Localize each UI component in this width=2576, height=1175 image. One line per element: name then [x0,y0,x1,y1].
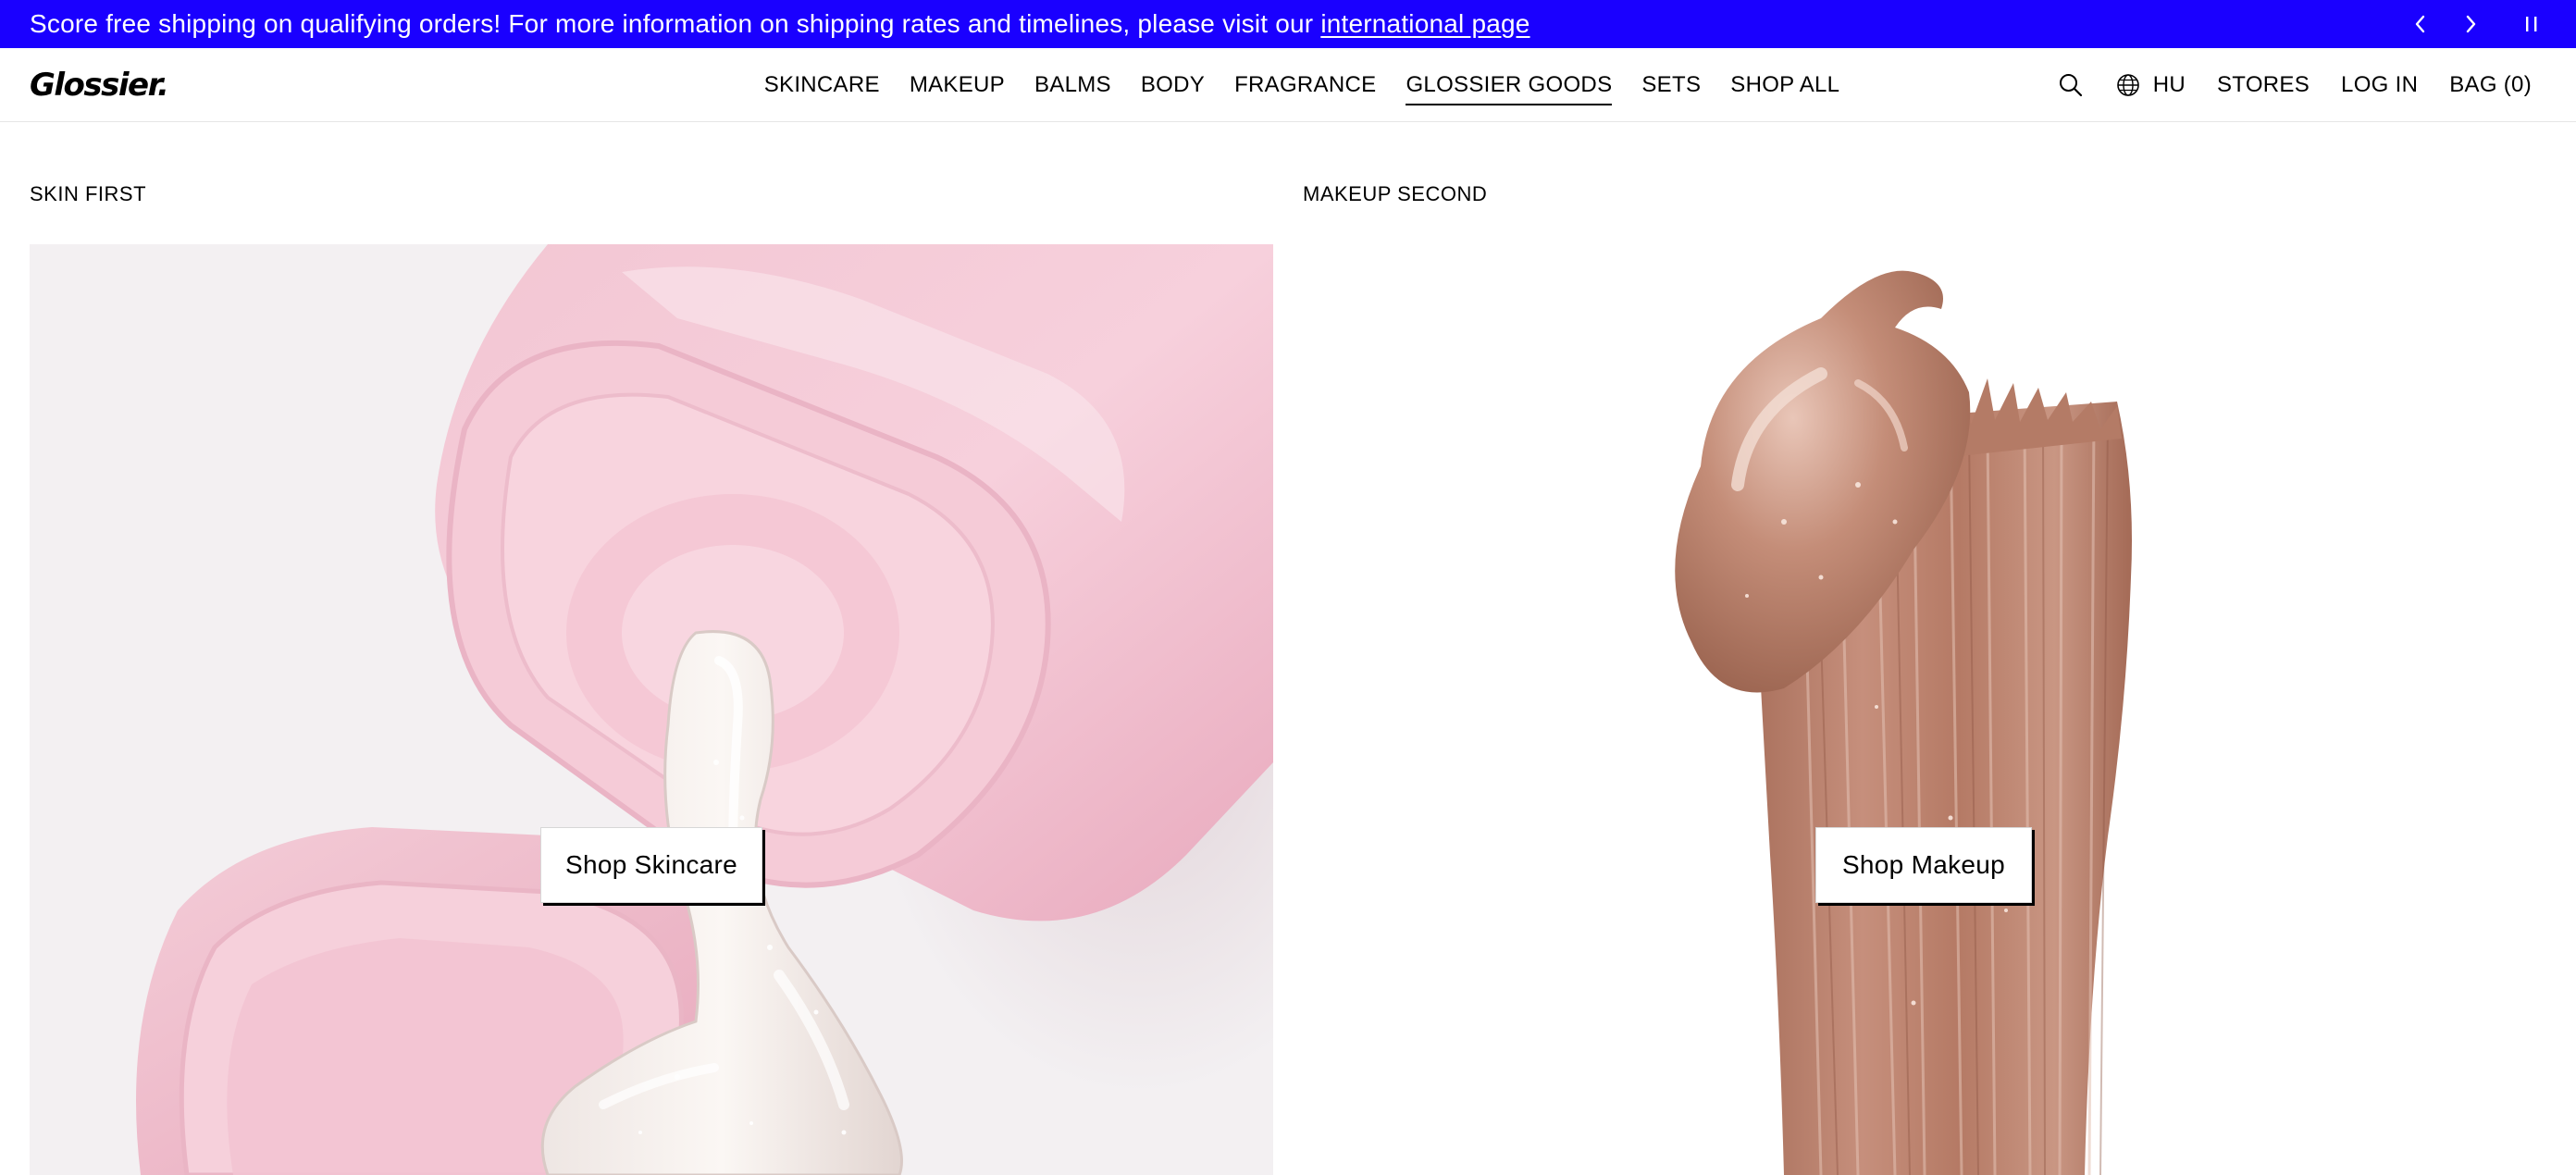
international-page-link[interactable]: international page [1320,9,1530,38]
makeup-hero-panel[interactable]: Shop Makeup [1303,244,2546,1175]
skincare-hero-panel[interactable]: Shop Skincare [30,244,1273,1175]
nav-body[interactable]: BODY [1141,48,1205,122]
stores-link[interactable]: STORES [2217,72,2310,98]
announcement-text: Score free shipping on qualifying orders… [30,0,1530,48]
header-utilities: HU STORES LOG IN BAG (0) [2057,48,2532,122]
bag-link[interactable]: BAG (0) [2449,72,2532,98]
chevron-right-icon [2466,15,2476,33]
nav-fragrance[interactable]: FRAGRANCE [1234,48,1376,122]
pink-jelly-cleanser-image [30,244,1273,1175]
section-label-makeup-second: MAKEUP SECOND [1303,182,1488,205]
search-icon [2059,74,2082,97]
nav-makeup[interactable]: MAKEUP [910,48,1005,122]
shop-skincare-button[interactable]: Shop Skincare [540,827,762,903]
region-selector[interactable]: HU [2116,72,2186,98]
login-link[interactable]: LOG IN [2341,72,2418,98]
nav-glossier-goods[interactable]: GLOSSIER GOODS [1406,48,1613,122]
announcement-prev-button[interactable] [2402,0,2439,48]
nav-balms[interactable]: BALMS [1034,48,1111,122]
site-header: Glossier. SKINCARE MAKEUP BALMS BODY FRA… [0,48,2576,122]
announcement-next-button[interactable] [2452,0,2489,48]
chevron-left-icon [2415,15,2425,33]
globe-icon [2116,74,2139,96]
section-label-skin-first: SKIN FIRST [30,182,147,205]
announcement-bar: Score free shipping on qualifying orders… [0,0,2576,48]
search-button[interactable] [2057,71,2085,99]
pause-icon [2526,17,2537,31]
nav-skincare[interactable]: SKINCARE [764,48,880,122]
announcement-pause-button[interactable] [2513,0,2550,48]
glossier-logo[interactable]: Glossier. [30,65,169,105]
region-label: HU [2152,72,2186,97]
bronze-shimmer-swatch-image [1675,270,2132,1175]
nav-sets[interactable]: SETS [1641,48,1701,122]
nav-shop-all[interactable]: SHOP ALL [1730,48,1839,122]
announcement-message: Score free shipping on qualifying orders… [30,9,1321,38]
shop-makeup-button[interactable]: Shop Makeup [1815,827,2032,903]
